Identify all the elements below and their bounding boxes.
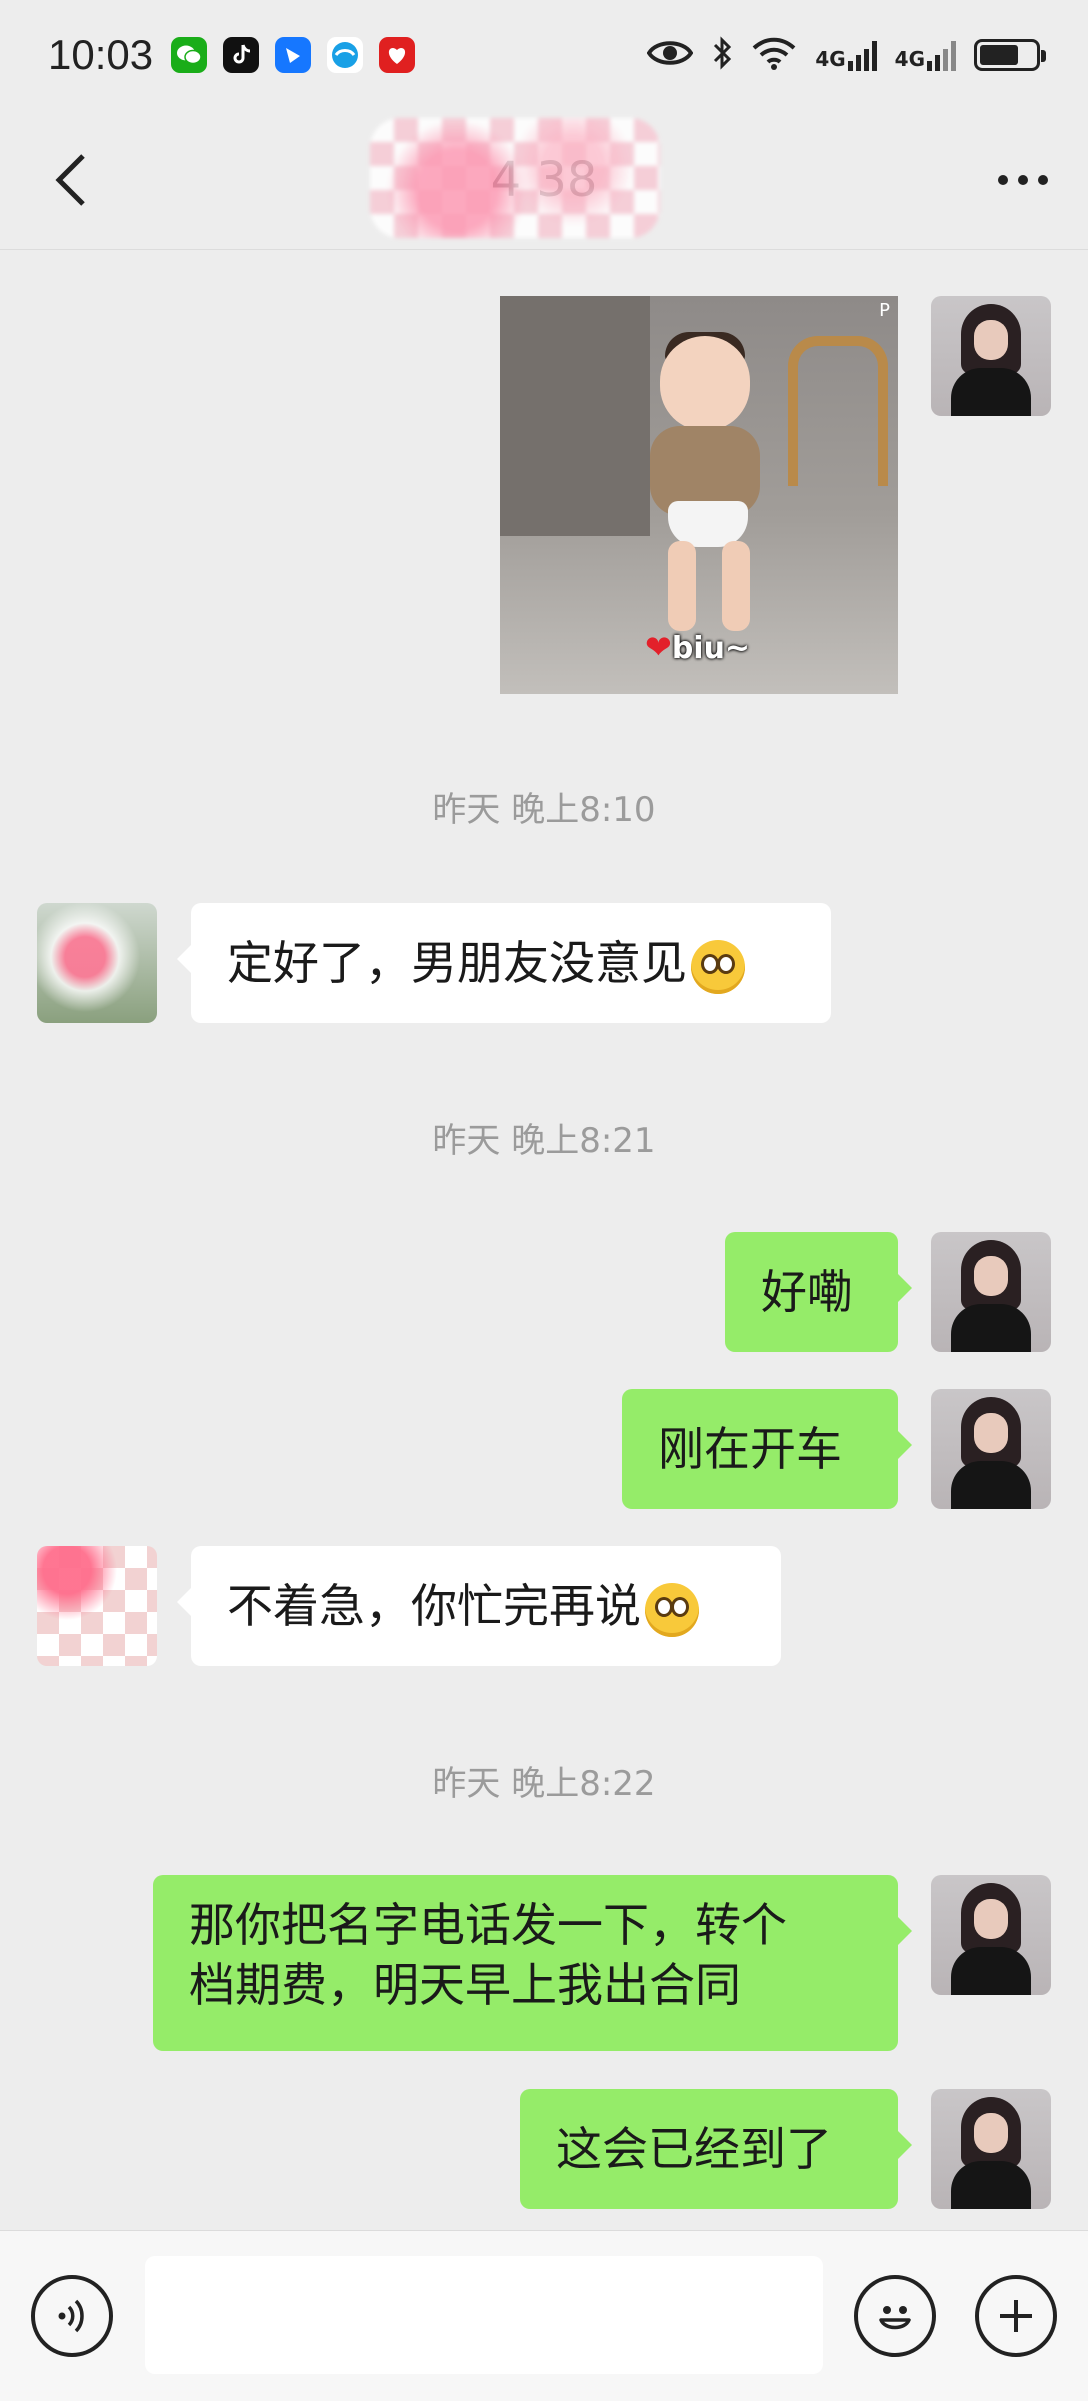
pleading-face-icon xyxy=(691,939,745,994)
plus-icon xyxy=(1000,2300,1032,2332)
outgoing-message[interactable]: 那你把名字电话发一下，转个 档期费，明天早上我出合同 xyxy=(153,1875,912,2051)
chat-header: 4 38 xyxy=(0,110,1088,250)
status-time: 10:03 xyxy=(48,31,154,78)
title-sticker-overlay xyxy=(370,118,660,238)
avatar-contact[interactable] xyxy=(37,1546,157,1666)
message-text: 不着急，你忙完再说 xyxy=(227,1579,641,1633)
eye-icon xyxy=(646,38,694,72)
chat-input-bar xyxy=(0,2230,1088,2401)
more-options-button[interactable] xyxy=(998,174,1048,185)
message-text: 定好了，男朋友没意见 xyxy=(227,936,687,990)
avatar-self[interactable] xyxy=(931,1232,1051,1352)
cellular-signal-2: 4G xyxy=(895,39,956,71)
cellular-signal-1: 4G xyxy=(815,39,877,71)
status-left: 10:03 xyxy=(48,31,416,79)
more-functions-button[interactable] xyxy=(975,2275,1057,2357)
outgoing-message[interactable]: 这会已经到了 xyxy=(520,2089,912,2209)
network-type-2: 4G xyxy=(894,47,925,71)
app-icon xyxy=(379,37,416,73)
wechat-icon xyxy=(171,37,208,73)
image-caption: ❤biu~ xyxy=(645,628,751,666)
feishu-icon xyxy=(275,37,312,73)
voice-icon xyxy=(58,2299,84,2333)
avatar-self[interactable] xyxy=(931,1389,1051,1509)
timestamp: 昨天 晚上8:22 xyxy=(432,1764,656,1804)
smiley-icon xyxy=(879,2306,911,2330)
status-bar: 10:03 4G 4G xyxy=(0,0,1088,110)
bluetooth-icon xyxy=(711,35,733,75)
outgoing-message[interactable]: 刚在开车 xyxy=(622,1389,912,1509)
pleading-face-icon xyxy=(645,1582,699,1637)
avatar-self[interactable] xyxy=(931,2089,1051,2209)
status-right: 4G 4G xyxy=(646,35,1046,75)
message-text-line-1: 那你把名字电话发一下，转个 xyxy=(189,1898,787,1952)
timestamp: 昨天 晚上8:10 xyxy=(432,790,656,830)
back-button[interactable] xyxy=(40,150,100,210)
chevron-left-icon xyxy=(55,153,85,206)
emoji-button[interactable] xyxy=(854,2275,936,2357)
network-type-1: 4G xyxy=(815,47,846,71)
message-text: 刚在开车 xyxy=(658,1422,842,1476)
incoming-message[interactable]: 定好了，男朋友没意见 xyxy=(177,903,831,1023)
heart-icon: ❤ xyxy=(645,628,672,666)
avatar-self[interactable] xyxy=(931,1875,1051,1995)
message-input[interactable] xyxy=(145,2256,823,2374)
browser-icon xyxy=(327,37,364,73)
incoming-message[interactable]: 不着急，你忙完再说 xyxy=(177,1546,781,1666)
image-message[interactable]: P ❤biu~ xyxy=(500,296,898,694)
message-text: 好嘞 xyxy=(761,1265,853,1319)
voice-input-button[interactable] xyxy=(31,2275,113,2357)
wifi-icon xyxy=(751,36,797,74)
avatar-self[interactable] xyxy=(931,296,1051,416)
image-watermark: P xyxy=(879,300,890,321)
outgoing-message[interactable]: 好嘞 xyxy=(725,1232,912,1352)
avatar-contact[interactable] xyxy=(37,903,157,1023)
timestamp: 昨天 晚上8:21 xyxy=(432,1121,656,1161)
message-text-line-2: 档期费，明天早上我出合同 xyxy=(189,1958,741,2012)
battery-icon xyxy=(974,39,1046,71)
message-text: 这会已经到了 xyxy=(556,2122,832,2176)
notification-icons xyxy=(171,37,416,73)
tiktok-icon xyxy=(223,37,260,73)
